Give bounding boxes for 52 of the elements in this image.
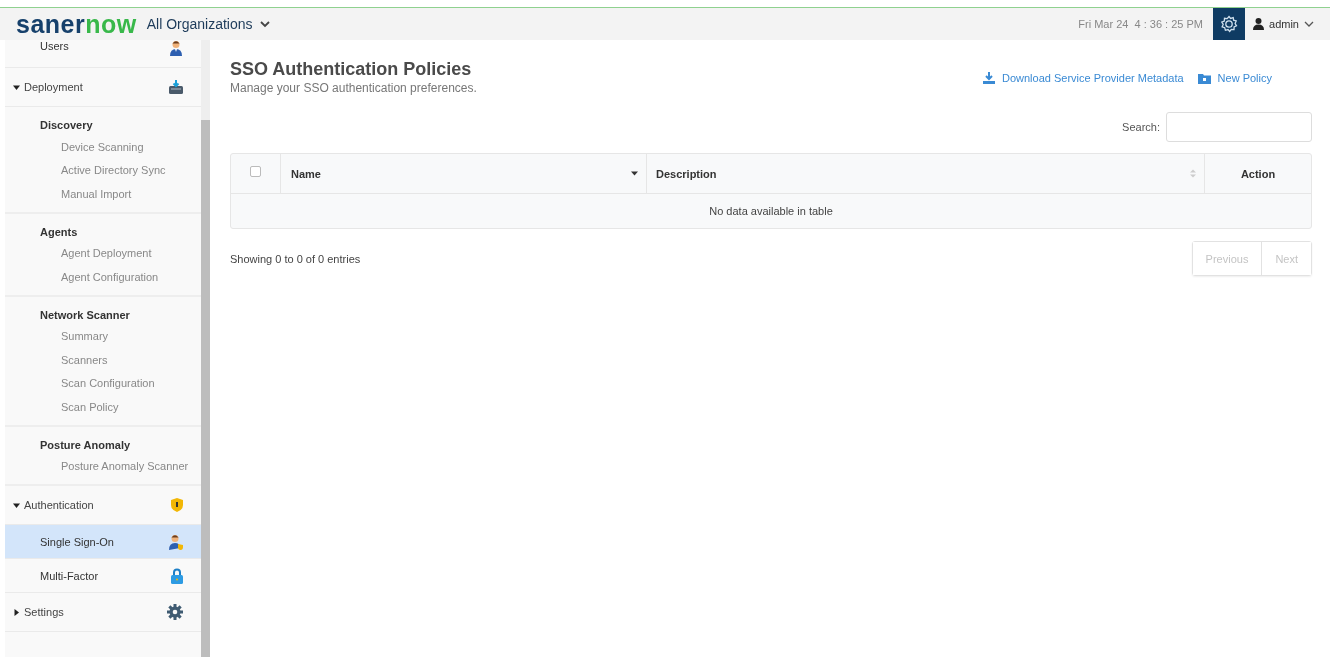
download-link[interactable]: Download Service Provider Metadata (983, 72, 1184, 84)
sidebar-group-heading: Network Scanner (40, 307, 130, 323)
gear-icon (167, 604, 183, 620)
logo[interactable]: sanernow (16, 8, 137, 40)
sidebar-link[interactable]: Posture Anomaly Scanner (61, 460, 189, 473)
sidebar-link[interactable]: Agent Configuration (61, 270, 159, 283)
organization-dropdown[interactable]: All Organizations (146, 12, 270, 36)
caret-right-icon (13, 608, 20, 616)
chevron-down-icon (259, 20, 270, 28)
sidebar-link[interactable]: Summary (61, 330, 109, 343)
column-header: Action (1239, 166, 1277, 182)
settings-button[interactable] (1213, 8, 1246, 40)
chevron-down-icon (1304, 20, 1314, 28)
sidebar-item[interactable]: Users (5, 40, 201, 68)
caret-down-icon (13, 83, 20, 91)
caret-down-icon (13, 501, 20, 509)
folder-icon (1197, 72, 1211, 84)
sidebar-item[interactable]: Single Sign-On (5, 525, 201, 559)
date-time: Fri Mar 24 4 : 36 : 25 PM (1078, 18, 1204, 30)
sidebar-link[interactable]: Scan Configuration (61, 377, 155, 390)
page-subtitle: Manage your SSO authentication preferences. (230, 81, 477, 95)
shield-icon (171, 498, 183, 512)
sidebar-group-heading: Agents (40, 224, 78, 240)
sidebar-group-heading: Posture Anomaly (40, 437, 131, 453)
person-icon (169, 533, 183, 550)
sidebar-link[interactable]: Agent Deployment (61, 247, 152, 260)
new-policy-link[interactable]: New Policy (1197, 72, 1272, 84)
user-menu[interactable]: admin (1245, 8, 1330, 40)
sort-desc-icon (631, 171, 638, 176)
table-info: Showing 0 to 0 of 0 entries (230, 252, 361, 265)
sidebar-link[interactable]: Device Scanning (61, 140, 144, 153)
settings-icon (1220, 15, 1239, 33)
sidebar-item[interactable]: Multi-Factor (5, 559, 201, 593)
sidebar-section[interactable]: Settings (5, 593, 201, 632)
sidebar-link[interactable]: Scanners (61, 353, 108, 366)
empty-table-message: No data available in table (709, 205, 833, 217)
lock-icon (171, 567, 183, 584)
sidebar-link[interactable]: Active Directory Sync (61, 164, 166, 177)
sidebar-link[interactable]: Scan Policy (61, 400, 119, 413)
column-header[interactable]: Name (281, 154, 647, 193)
sort-icon (1190, 169, 1196, 178)
download-tray-icon (169, 80, 183, 94)
page-title: SSO Authentication Policies (230, 58, 473, 80)
sidebar-link[interactable]: Manual Import (61, 187, 132, 200)
search-field[interactable] (1166, 112, 1312, 142)
column-header[interactable]: Description (647, 154, 1205, 193)
select-all-checkbox[interactable] (250, 166, 261, 177)
download-icon (983, 72, 995, 84)
sidebar-group-heading: Discovery (40, 118, 93, 133)
user-icon (1253, 18, 1265, 30)
scrollbar-thumb[interactable] (201, 120, 210, 657)
search-label: Search: (1122, 121, 1160, 133)
